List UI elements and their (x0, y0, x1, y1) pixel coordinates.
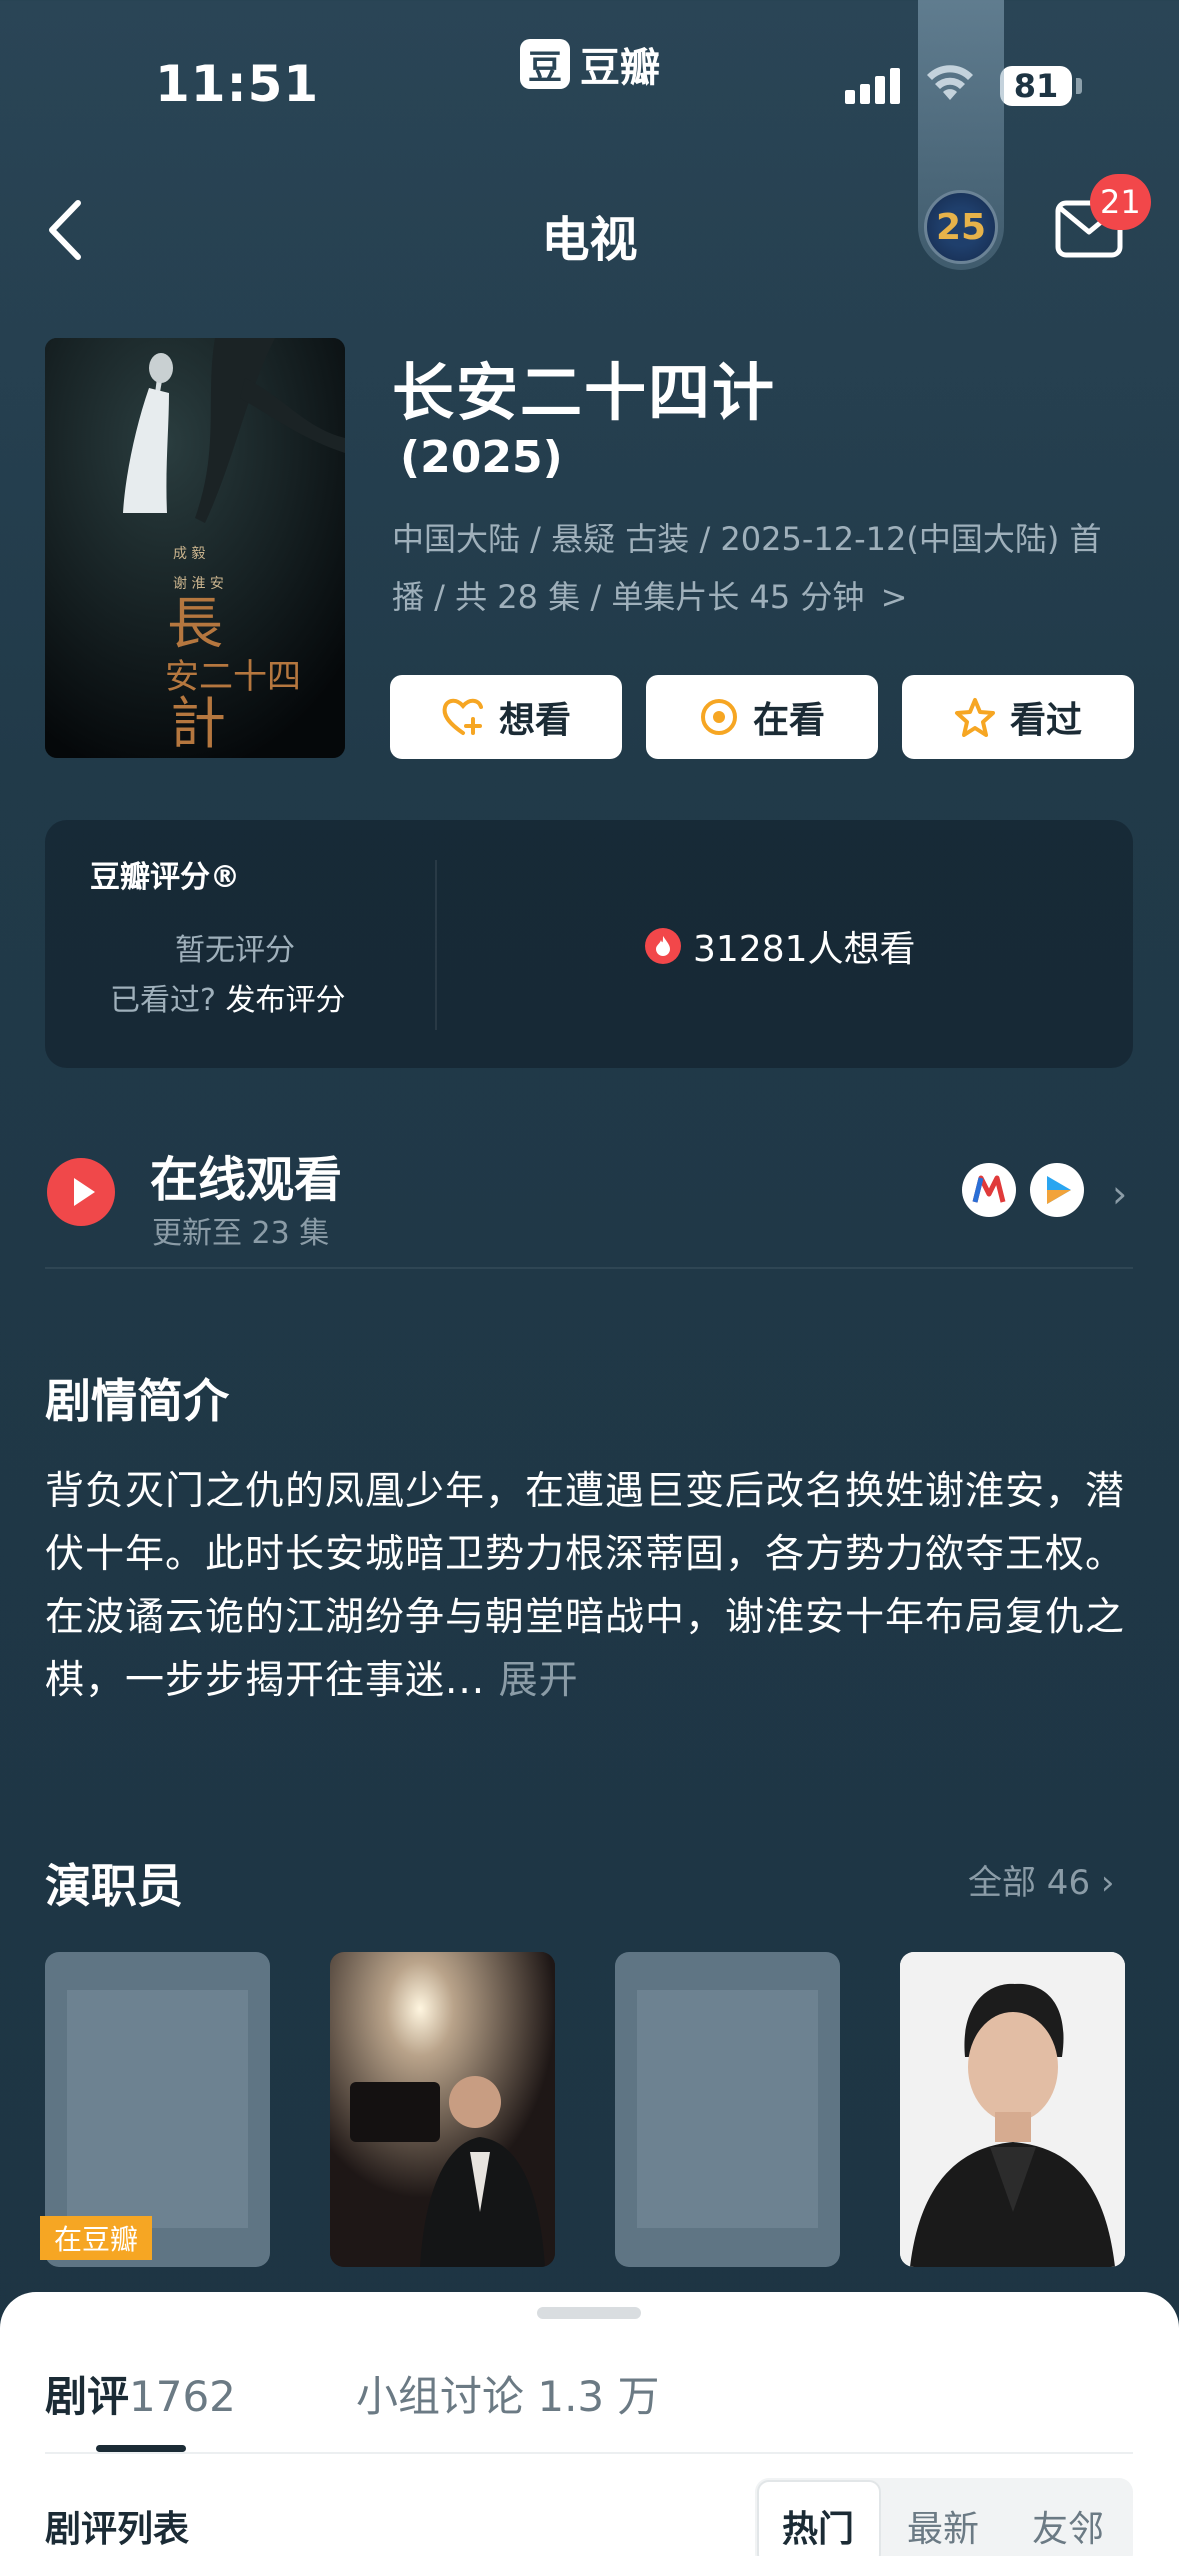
want-to-watch-label: 想看 (498, 700, 571, 741)
rating-title: 豆瓣评分® (90, 860, 240, 895)
cast-photo-director (330, 1952, 555, 2267)
cast-photo-actor (900, 1952, 1125, 2267)
page-title: 电视 (541, 212, 638, 268)
youku-platform-icon[interactable] (1030, 1163, 1084, 1217)
douban-logo-icon: 豆 (520, 39, 570, 89)
want-count: 31281人想看 (645, 920, 916, 972)
target-circle-icon (700, 699, 737, 735)
flame-icon (645, 928, 681, 964)
want-to-watch-button[interactable]: 想看 (390, 675, 622, 759)
active-tab-indicator (96, 2445, 186, 2452)
show-poster[interactable]: 成 毅 谢 淮 安 長 安二十四 計 (45, 338, 345, 758)
online-watch-subtitle: 更新至 23 集 (152, 1216, 330, 1251)
expand-link[interactable]: 展开 (499, 1658, 579, 1703)
no-rating-text: 暂无评分 (175, 933, 295, 968)
show-meta[interactable]: 中国大陆 / 悬疑 古装 / 2025-12-12(中国大陆) 首 播 / 共 … (392, 510, 1132, 626)
placeholder-avatar-icon (67, 1990, 248, 2228)
status-time: 11:51 (155, 55, 320, 113)
segment-friends[interactable]: 友邻 (1032, 2500, 1104, 2552)
watching-label: 在看 (752, 700, 825, 741)
chevron-right-icon: › (1100, 1863, 1115, 1903)
publish-rating-link[interactable]: 发布评分 (225, 983, 345, 1018)
sheet-grabber[interactable] (537, 2307, 641, 2319)
online-watch-title[interactable]: 在线观看 (150, 1140, 342, 1210)
cast-title: 演职员 (45, 1859, 183, 1913)
mgtv-platform-icon[interactable] (962, 1163, 1016, 1217)
on-douban-tag: 在豆瓣 (40, 2216, 153, 2260)
meta-chevron-icon: > (880, 578, 908, 616)
cast-card-2[interactable] (330, 1952, 555, 2267)
seen-prompt: 已看过? (110, 983, 216, 1018)
svg-text:谢 淮 安: 谢 淮 安 (173, 576, 224, 592)
section-divider (45, 1267, 1133, 1269)
svg-text:計: 計 (170, 692, 226, 757)
svg-text:長: 長 (167, 592, 223, 657)
show-title: 长安二十四计 (392, 356, 777, 429)
want-count-text: 31281人想看 (693, 929, 916, 970)
watching-button[interactable]: 在看 (646, 675, 878, 759)
cast-all-label: 全部 46 (968, 1863, 1091, 1903)
segment-hot[interactable]: 热门 (782, 2500, 854, 2552)
star-icon (954, 698, 995, 737)
cast-card-3[interactable] (615, 1952, 840, 2267)
cellular-signal-icon (845, 68, 900, 104)
cast-all-link[interactable]: 全部 46 › (968, 1855, 1115, 1904)
watched-button[interactable]: 看过 (902, 675, 1134, 759)
battery-nub (1076, 78, 1082, 94)
placeholder-avatar-icon (637, 1990, 818, 2228)
review-list-title: 剧评列表 (45, 2509, 190, 2550)
svg-text:成 毅: 成 毅 (173, 545, 205, 562)
mail-unread-badge: 21 (1090, 174, 1151, 230)
tab-reviews-label: 剧评 (45, 2372, 130, 2421)
rating-divider (435, 860, 437, 1030)
brand-name: 豆瓣 (580, 45, 660, 91)
cast-card-4[interactable] (900, 1952, 1125, 2267)
synopsis-text: 背负灭门之仇的凤凰少年，在遭遇巨变后改名换姓谢淮安，潜伏十年。此时长安城暗卫势力… (45, 1469, 1126, 1703)
segment-latest[interactable]: 最新 (907, 2500, 979, 2552)
svg-text:安二十四: 安二十四 (165, 657, 301, 697)
rate-prompt: 已看过? 发布评分 (110, 975, 345, 1019)
app-brand: 豆 豆瓣 (520, 35, 660, 93)
heart-plus-icon (442, 698, 483, 735)
online-chevron-icon[interactable]: › (1112, 1172, 1127, 1216)
battery-indicator: 81 (1000, 66, 1072, 106)
synopsis-body: 背负灭门之仇的凤凰少年，在遭遇巨变后改名换姓谢淮安，潜伏十年。此时长安城暗卫势力… (45, 1460, 1135, 1712)
meta-line-2-wrap: 播 / 共 28 集 / 单集片长 45 分钟 > (392, 568, 1132, 626)
play-icon[interactable] (47, 1158, 115, 1226)
meta-line-1: 中国大陆 / 悬疑 古装 / 2025-12-12(中国大陆) 首 (392, 520, 1102, 558)
synopsis-title: 剧情简介 (45, 1374, 229, 1428)
sheet-divider (45, 2452, 1133, 2454)
tab-group-discussion[interactable]: 小组讨论 1.3 万 (356, 2363, 660, 2424)
show-year: (2025) (400, 432, 563, 483)
watched-label: 看过 (1009, 700, 1082, 741)
poster-image: 成 毅 谢 淮 安 長 安二十四 計 (45, 338, 345, 758)
tab-reviews-count: 1762 (129, 2372, 236, 2421)
tab-reviews[interactable]: 剧评1762 (45, 2363, 236, 2424)
meta-line-2: 播 / 共 28 集 / 单集片长 45 分钟 (392, 578, 865, 616)
